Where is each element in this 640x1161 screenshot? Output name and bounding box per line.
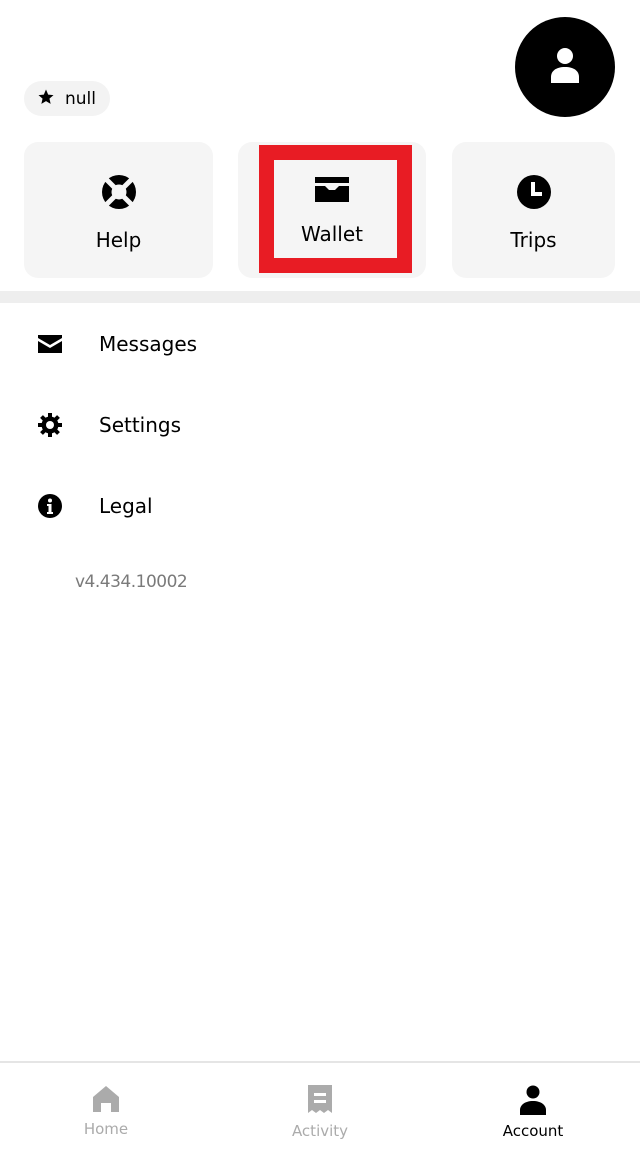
trips-label: Trips (510, 228, 557, 252)
avatar[interactable] (515, 17, 615, 117)
bottom-nav: Home Activity Account (0, 1061, 640, 1161)
help-tile[interactable]: Help (24, 142, 213, 278)
activity-label: Activity (291, 1122, 349, 1140)
app-version: v4.434.10002 (75, 572, 188, 592)
account-menu: Messages Settings Legal (0, 303, 640, 546)
menu-item-legal[interactable]: Legal (0, 465, 640, 546)
menu-item-messages[interactable]: Messages (0, 303, 640, 384)
nav-account[interactable]: Account (453, 1085, 613, 1140)
account-label: Account (502, 1122, 564, 1140)
trips-tile[interactable]: Trips (452, 142, 615, 278)
info-icon (37, 493, 63, 519)
home-label: Home (83, 1120, 129, 1138)
messages-label: Messages (99, 331, 198, 356)
home-icon (92, 1085, 120, 1117)
envelope-icon (37, 331, 63, 357)
wallet-icon (314, 174, 350, 208)
legal-label: Legal (99, 493, 153, 518)
menu-item-settings[interactable]: Settings (0, 384, 640, 465)
receipt-icon (308, 1085, 332, 1119)
person-icon (520, 1085, 546, 1119)
wallet-tile[interactable]: Wallet (238, 142, 426, 278)
rating-pill[interactable]: null (24, 81, 110, 116)
section-divider (0, 291, 640, 303)
nav-home[interactable]: Home (26, 1085, 186, 1138)
quick-actions: Help Wallet Trips (24, 142, 615, 278)
lifebuoy-icon (101, 174, 137, 214)
nav-activity[interactable]: Activity (240, 1085, 400, 1140)
wallet-label: Wallet (300, 222, 363, 246)
person-icon (550, 47, 580, 87)
star-icon (37, 88, 55, 110)
help-label: Help (95, 228, 142, 252)
gear-icon (37, 412, 63, 438)
rating-value: null (65, 88, 96, 109)
settings-label: Settings (99, 412, 182, 437)
clock-icon (516, 174, 552, 214)
